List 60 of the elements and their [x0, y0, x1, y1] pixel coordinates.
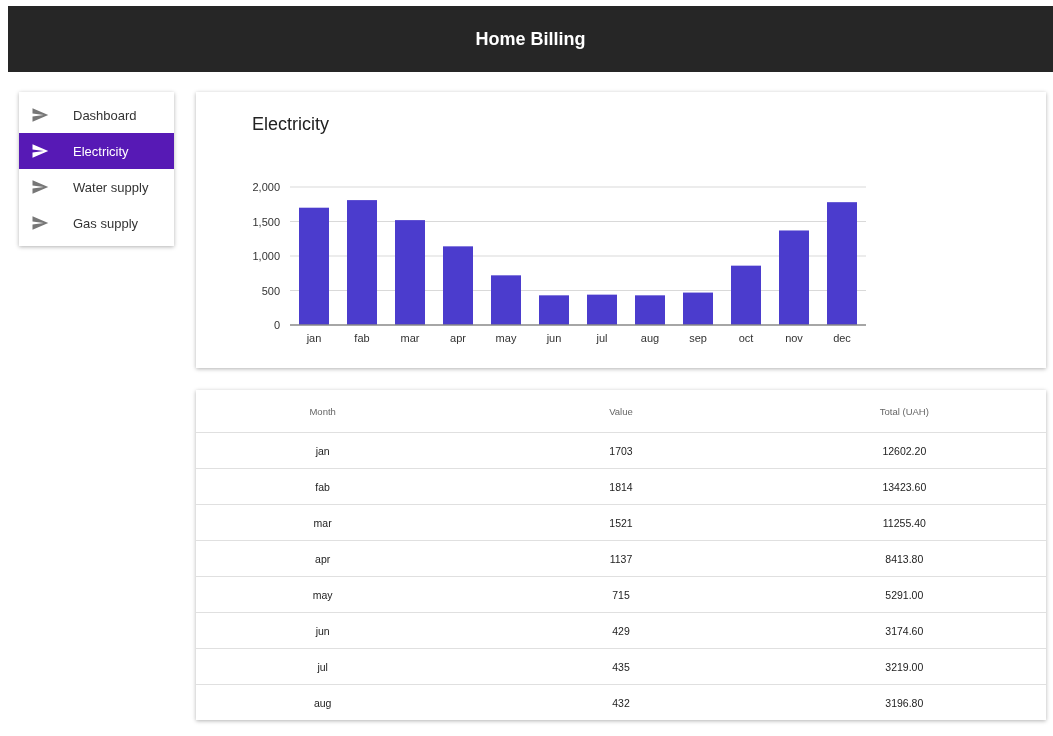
- bar: [539, 295, 569, 325]
- axis-category-label: nov: [785, 332, 803, 344]
- sidebar-item[interactable]: Water supply: [19, 169, 174, 205]
- axis-category-label: jul: [596, 332, 608, 344]
- send-icon: [31, 106, 49, 124]
- axis-tick-label: 0: [273, 319, 280, 331]
- sidebar-item[interactable]: Gas supply: [19, 205, 174, 241]
- table-cell: 1703: [609, 444, 633, 457]
- bar: [491, 275, 521, 325]
- column-header: Value: [609, 405, 633, 417]
- axis-category-label: jun: [546, 332, 562, 344]
- axis-category-label: mar: [400, 332, 420, 344]
- table-cell: 432: [612, 696, 630, 709]
- send-icon: [31, 214, 49, 232]
- axis-tick-label: 1,500: [252, 215, 280, 228]
- table-cell: 11255.40: [882, 516, 926, 529]
- table-cell: 1814: [609, 480, 633, 493]
- table-cell: mar: [313, 516, 332, 529]
- table-cell: jul: [317, 660, 328, 673]
- table-cell: 435: [612, 660, 630, 673]
- send-icon: [31, 142, 49, 160]
- table-cell: jan: [315, 444, 330, 457]
- table-cell: 1521: [609, 516, 633, 529]
- table-cell: aug: [313, 696, 332, 709]
- axis-category-label: dec: [833, 332, 851, 344]
- axis-tick-label: 2,000: [252, 181, 280, 193]
- table-cell: fab: [315, 480, 330, 493]
- chart-title: Electricity: [252, 114, 329, 135]
- axis-category-label: sep: [689, 332, 707, 344]
- table-cell: 3174.60: [885, 624, 924, 637]
- sidebar-item[interactable]: Dashboard: [19, 97, 174, 133]
- table-cell: 3196.80: [885, 696, 924, 709]
- table-cell: 5291.00: [885, 588, 924, 601]
- table-cell: 13423.60: [882, 480, 927, 493]
- column-header: Month: [309, 405, 336, 417]
- app-title: Home Billing: [475, 28, 586, 50]
- axis-category-label: aug: [640, 332, 660, 344]
- sidebar-item[interactable]: Electricity: [19, 133, 174, 169]
- bar: [731, 265, 761, 325]
- table-cell: 3219.00: [885, 660, 924, 673]
- axis-category-label: apr: [450, 332, 466, 344]
- table-cell: 715: [612, 588, 630, 601]
- bar: [683, 292, 713, 325]
- table-cell: 12602.20: [882, 444, 927, 457]
- table-cell: apr: [315, 552, 331, 565]
- table-cell: 1137: [609, 552, 633, 565]
- axis-tick-label: 500: [261, 284, 280, 297]
- table-cell: jun: [315, 624, 330, 637]
- axis-category-label: may: [495, 332, 517, 344]
- bar: [635, 295, 665, 325]
- send-icon: [31, 178, 49, 196]
- column-header: Total (UAH): [879, 405, 929, 417]
- table-cell: 429: [612, 624, 630, 637]
- table-cell: 8413.80: [885, 552, 924, 565]
- table-cell: may: [312, 588, 333, 601]
- axis-category-label: oct: [738, 332, 754, 344]
- axis-tick-label: 1,000: [252, 250, 280, 262]
- axis-category-label: jan: [306, 332, 322, 344]
- bar: [587, 294, 617, 325]
- axis-category-label: fab: [354, 332, 370, 344]
